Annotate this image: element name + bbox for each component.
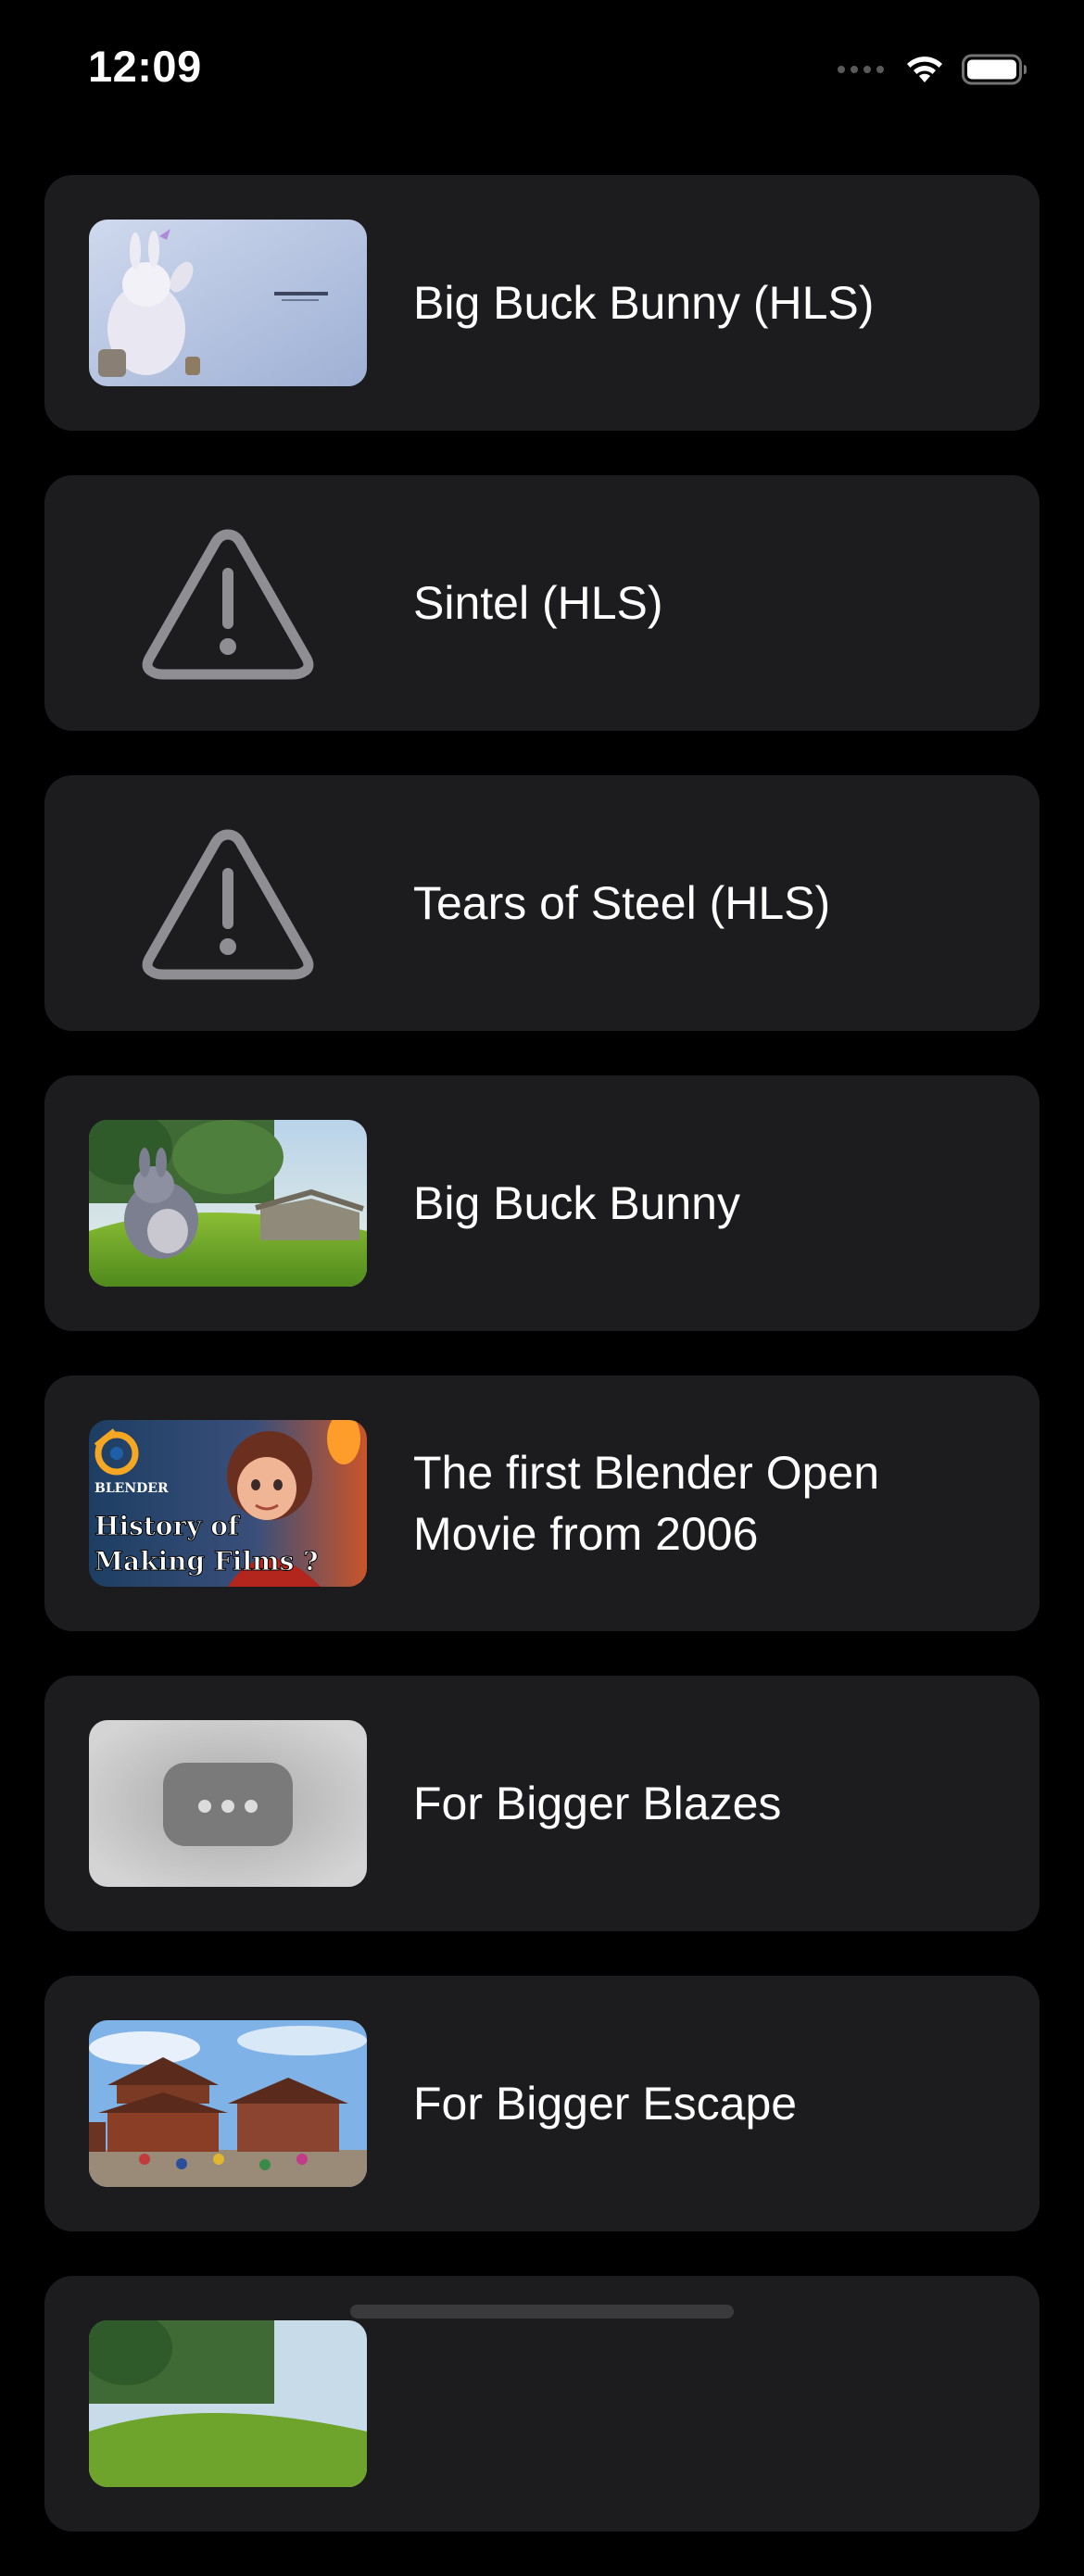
- blender-history-thumbnail: BLENDER History of Making Films ?: [89, 1420, 367, 1587]
- wifi-icon: [907, 57, 942, 82]
- video-row[interactable]: BLENDER History of Making Films ? The fi…: [44, 1376, 1040, 1631]
- video-row[interactable]: Sintel (HLS): [44, 475, 1040, 731]
- status-time: 12:09: [88, 42, 202, 91]
- placeholder-player-thumbnail: [89, 1720, 367, 1887]
- thumbnail-making-films-text: Making Films ?: [95, 1546, 319, 1577]
- video-title: Big Buck Bunny (HLS): [413, 277, 875, 329]
- video-row[interactable]: Big Buck Bunny: [44, 1075, 1040, 1331]
- video-row[interactable]: Tears of Steel (HLS): [44, 775, 1040, 1031]
- video-row[interactable]: For Bigger Escape: [44, 1976, 1040, 2231]
- thumbnail-blender-text: BLENDER: [95, 1481, 169, 1496]
- thumbnail-history-text: History of: [95, 1511, 241, 1541]
- status-bar: 12:09: [0, 0, 1084, 139]
- home-indicator[interactable]: [350, 2305, 734, 2318]
- video-title: Big Buck Bunny: [413, 1177, 740, 1229]
- battery-icon: [962, 54, 1027, 85]
- video-title: For Bigger Escape: [413, 2078, 798, 2130]
- warning-icon: [89, 820, 367, 986]
- video-list: Big Buck Bunny (HLS) Sintel (HLS) Tears …: [44, 175, 1040, 2576]
- warning-icon: [89, 520, 367, 686]
- partial-thumbnail: [89, 2320, 367, 2487]
- video-title: For Bigger Blazes: [413, 1778, 782, 1829]
- video-row[interactable]: For Bigger Blazes: [44, 1676, 1040, 1931]
- video-title: Sintel (HLS): [413, 577, 663, 629]
- temple-thumbnail: [89, 2020, 367, 2187]
- video-row[interactable]: Big Buck Bunny (HLS): [44, 175, 1040, 431]
- signal-dots-icon: [838, 66, 884, 73]
- status-icons: [838, 46, 1028, 93]
- video-title: The first Blender Open Movie from 2006: [413, 1447, 880, 1560]
- video-title: Tears of Steel (HLS): [413, 877, 831, 929]
- big-buck-bunny-meadow-thumbnail: [89, 1120, 367, 1287]
- big-buck-bunny-title-thumbnail: [89, 220, 367, 386]
